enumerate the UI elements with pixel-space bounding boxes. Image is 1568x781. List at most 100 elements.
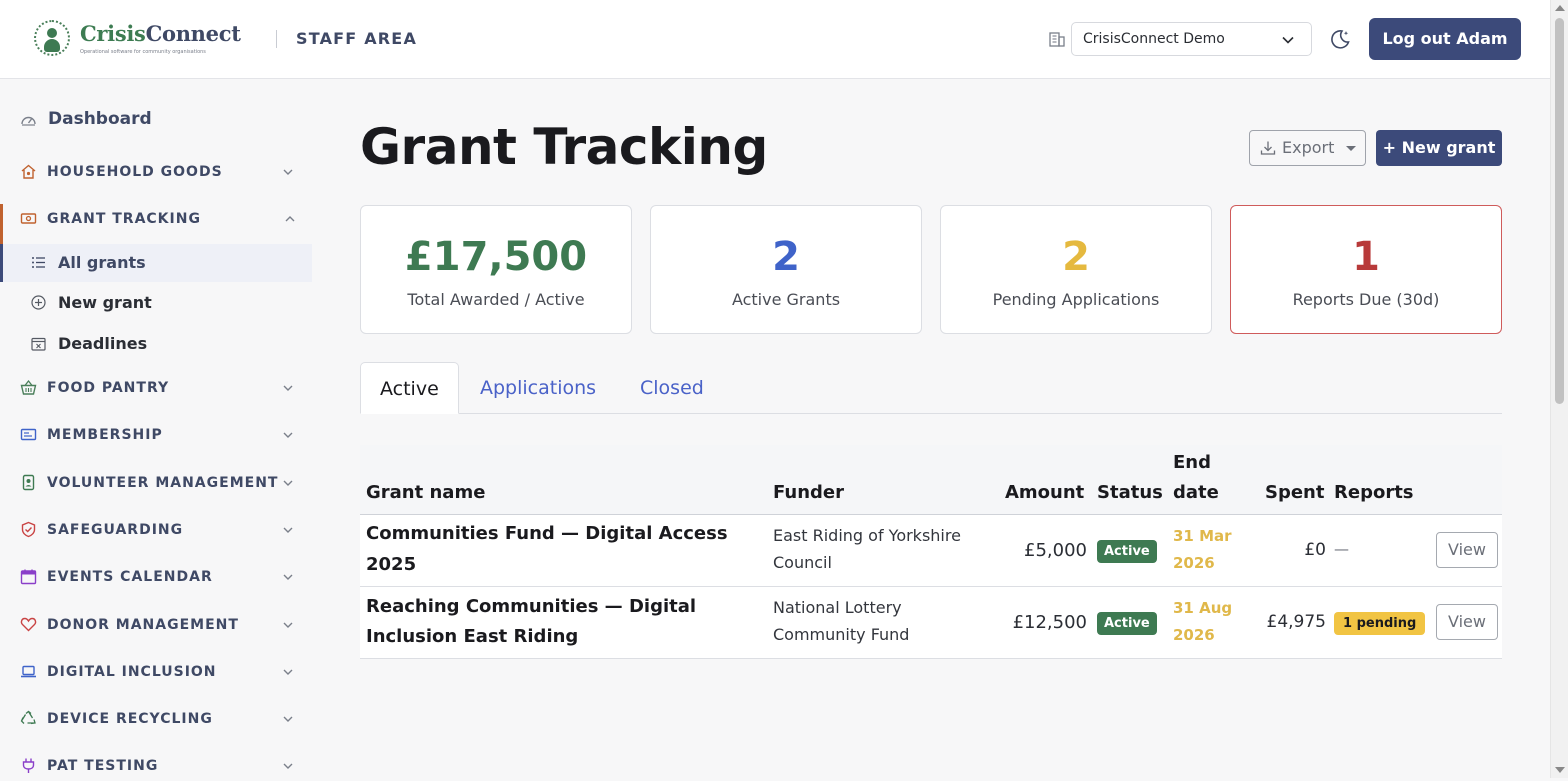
logo-mark-icon [34, 20, 70, 56]
new-grant-button[interactable]: + New grant [1376, 130, 1502, 166]
export-dropdown-button[interactable]: Export [1249, 130, 1366, 166]
heart-icon [20, 617, 37, 632]
sidebar-section-membership[interactable]: MEMBERSHIP [0, 420, 312, 450]
column-header-spent[interactable]: Spent [1265, 482, 1324, 503]
funder-line1: East Riding of Yorkshire [773, 526, 961, 545]
scroll-down-arrow-icon[interactable] [1555, 767, 1565, 773]
scrollbar-thumb[interactable] [1555, 18, 1564, 404]
grant-name-line1[interactable]: Reaching Communities — Digital [366, 592, 696, 622]
chevron-down-icon [283, 763, 293, 769]
table-header: Grant name Funder Amount Status End date… [360, 445, 1502, 515]
grant-tabs: Active Applications Closed [360, 362, 1502, 414]
chevron-down-icon [283, 527, 293, 533]
end-date-line2: 2026 [1173, 626, 1215, 644]
column-header-end-date-line1[interactable]: End [1173, 452, 1211, 473]
badge-icon [22, 474, 35, 491]
grant-name-line2[interactable]: 2025 [366, 550, 416, 580]
stat-caption: Reports Due (30d) [1292, 290, 1440, 309]
sidebar-section-pat-testing[interactable]: PAT TESTING [0, 751, 312, 781]
chevron-down-icon [283, 716, 293, 722]
sidebar-section-volunteer-management[interactable]: VOLUNTEER MANAGEMENT [0, 468, 312, 498]
view-button[interactable]: View [1436, 604, 1498, 640]
sidebar-section-label: DEVICE RECYCLING [47, 711, 213, 727]
stat-card-active-grants: 2 Active Grants [650, 205, 922, 334]
sidebar-item-new-grant[interactable]: New grant [0, 284, 312, 322]
sidebar-section-label: FOOD PANTRY [47, 380, 170, 396]
stat-card-reports-due: 1 Reports Due (30d) [1230, 205, 1502, 334]
logo-tagline: Operational software for community organ… [80, 49, 206, 55]
sidebar: Dashboard HOUSEHOLD GOODS GRANT TRACKING… [0, 80, 312, 778]
stat-value: 1 [1352, 234, 1380, 280]
grant-amount: £5,000 [1024, 540, 1087, 561]
chevron-down-icon [283, 622, 293, 628]
chevron-down-icon [283, 169, 293, 175]
logo[interactable]: CrisisConnect Operational software for c… [32, 18, 242, 60]
tab-applications[interactable]: Applications [480, 362, 596, 414]
download-icon [1260, 141, 1276, 155]
tab-active[interactable]: Active [360, 362, 459, 414]
sidebar-section-label: HOUSEHOLD GOODS [47, 164, 223, 180]
sidebar-section-grant-tracking[interactable]: GRANT TRACKING [0, 204, 312, 244]
id-card-icon [20, 428, 37, 441]
laptop-icon [21, 665, 36, 678]
spent-amount: £0 [1304, 540, 1326, 560]
organisation-select-value: CrisisConnect Demo [1083, 31, 1225, 47]
chevron-down-icon [283, 574, 293, 580]
grant-name-line2[interactable]: Inclusion East Riding [366, 622, 578, 652]
reports-status: — [1334, 540, 1349, 558]
recycle-icon [20, 710, 36, 725]
stat-caption: Pending Applications [992, 290, 1160, 309]
sidebar-section-events-calendar[interactable]: EVENTS CALENDAR [0, 562, 312, 592]
sidebar-section-digital-inclusion[interactable]: DIGITAL INCLUSION [0, 657, 312, 687]
stat-caption: Total Awarded / Active [407, 290, 585, 309]
sidebar-section-label: MEMBERSHIP [47, 427, 163, 443]
table-row: Communities Fund — Digital Access 2025 E… [360, 515, 1502, 587]
column-header-funder[interactable]: Funder [773, 482, 844, 503]
sidebar-section-household-goods[interactable]: HOUSEHOLD GOODS [0, 157, 312, 187]
view-button[interactable]: View [1436, 532, 1498, 568]
grant-amount: £12,500 [1012, 612, 1087, 633]
sidebar-section-label: PAT TESTING [47, 758, 159, 774]
chevron-down-icon [283, 432, 293, 438]
column-header-reports[interactable]: Reports [1334, 482, 1414, 503]
sidebar-item-deadlines[interactable]: Deadlines [0, 325, 312, 363]
table-row: Reaching Communities — Digital Inclusion… [360, 587, 1502, 659]
sidebar-section-label: SAFEGUARDING [47, 522, 184, 538]
column-header-status[interactable]: Status [1097, 482, 1163, 503]
column-header-end-date-line2[interactable]: date [1173, 482, 1219, 503]
scroll-up-arrow-icon[interactable] [1555, 5, 1565, 11]
basket-icon [20, 379, 37, 395]
column-header-amount[interactable]: Amount [1005, 482, 1084, 503]
sidebar-item-label: New grant [58, 293, 152, 312]
calendar-icon [20, 569, 37, 585]
funder-line2: Council [773, 553, 832, 572]
plug-icon [22, 758, 35, 773]
sidebar-section-label: DIGITAL INCLUSION [47, 664, 217, 680]
tab-closed[interactable]: Closed [640, 362, 704, 414]
sidebar-item-all-grants[interactable]: All grants [0, 244, 312, 282]
dark-mode-toggle-icon[interactable] [1328, 27, 1352, 51]
column-header-grant-name[interactable]: Grant name [366, 482, 485, 503]
logout-button[interactable]: Log out Adam [1369, 18, 1521, 60]
top-bar: CrisisConnect Operational software for c… [0, 0, 1550, 79]
sidebar-section-label: DONOR MANAGEMENT [47, 617, 239, 633]
chevron-down-icon [283, 385, 293, 391]
sidebar-section-safeguarding[interactable]: SAFEGUARDING [0, 515, 312, 545]
chevron-down-icon [283, 480, 293, 486]
sidebar-section-label: GRANT TRACKING [47, 211, 201, 227]
sidebar-section-food-pantry[interactable]: FOOD PANTRY [0, 373, 312, 403]
gauge-icon [21, 116, 36, 126]
page-scrollbar[interactable] [1550, 0, 1568, 778]
funder-line1: National Lottery [773, 598, 902, 617]
list-icon [32, 257, 45, 268]
caret-down-icon [1346, 146, 1356, 151]
grant-name-line1[interactable]: Communities Fund — Digital Access [366, 519, 728, 549]
sidebar-section-device-recycling[interactable]: DEVICE RECYCLING [0, 704, 312, 734]
status-badge: Active [1097, 540, 1157, 563]
house-icon [21, 164, 36, 179]
sidebar-item-label: Dashboard [48, 109, 152, 129]
sidebar-section-donor-management[interactable]: DONOR MANAGEMENT [0, 610, 312, 640]
organisation-select[interactable]: CrisisConnect Demo [1071, 22, 1312, 56]
stat-value: £17,500 [404, 234, 588, 280]
funder-line2: Community Fund [773, 625, 910, 644]
